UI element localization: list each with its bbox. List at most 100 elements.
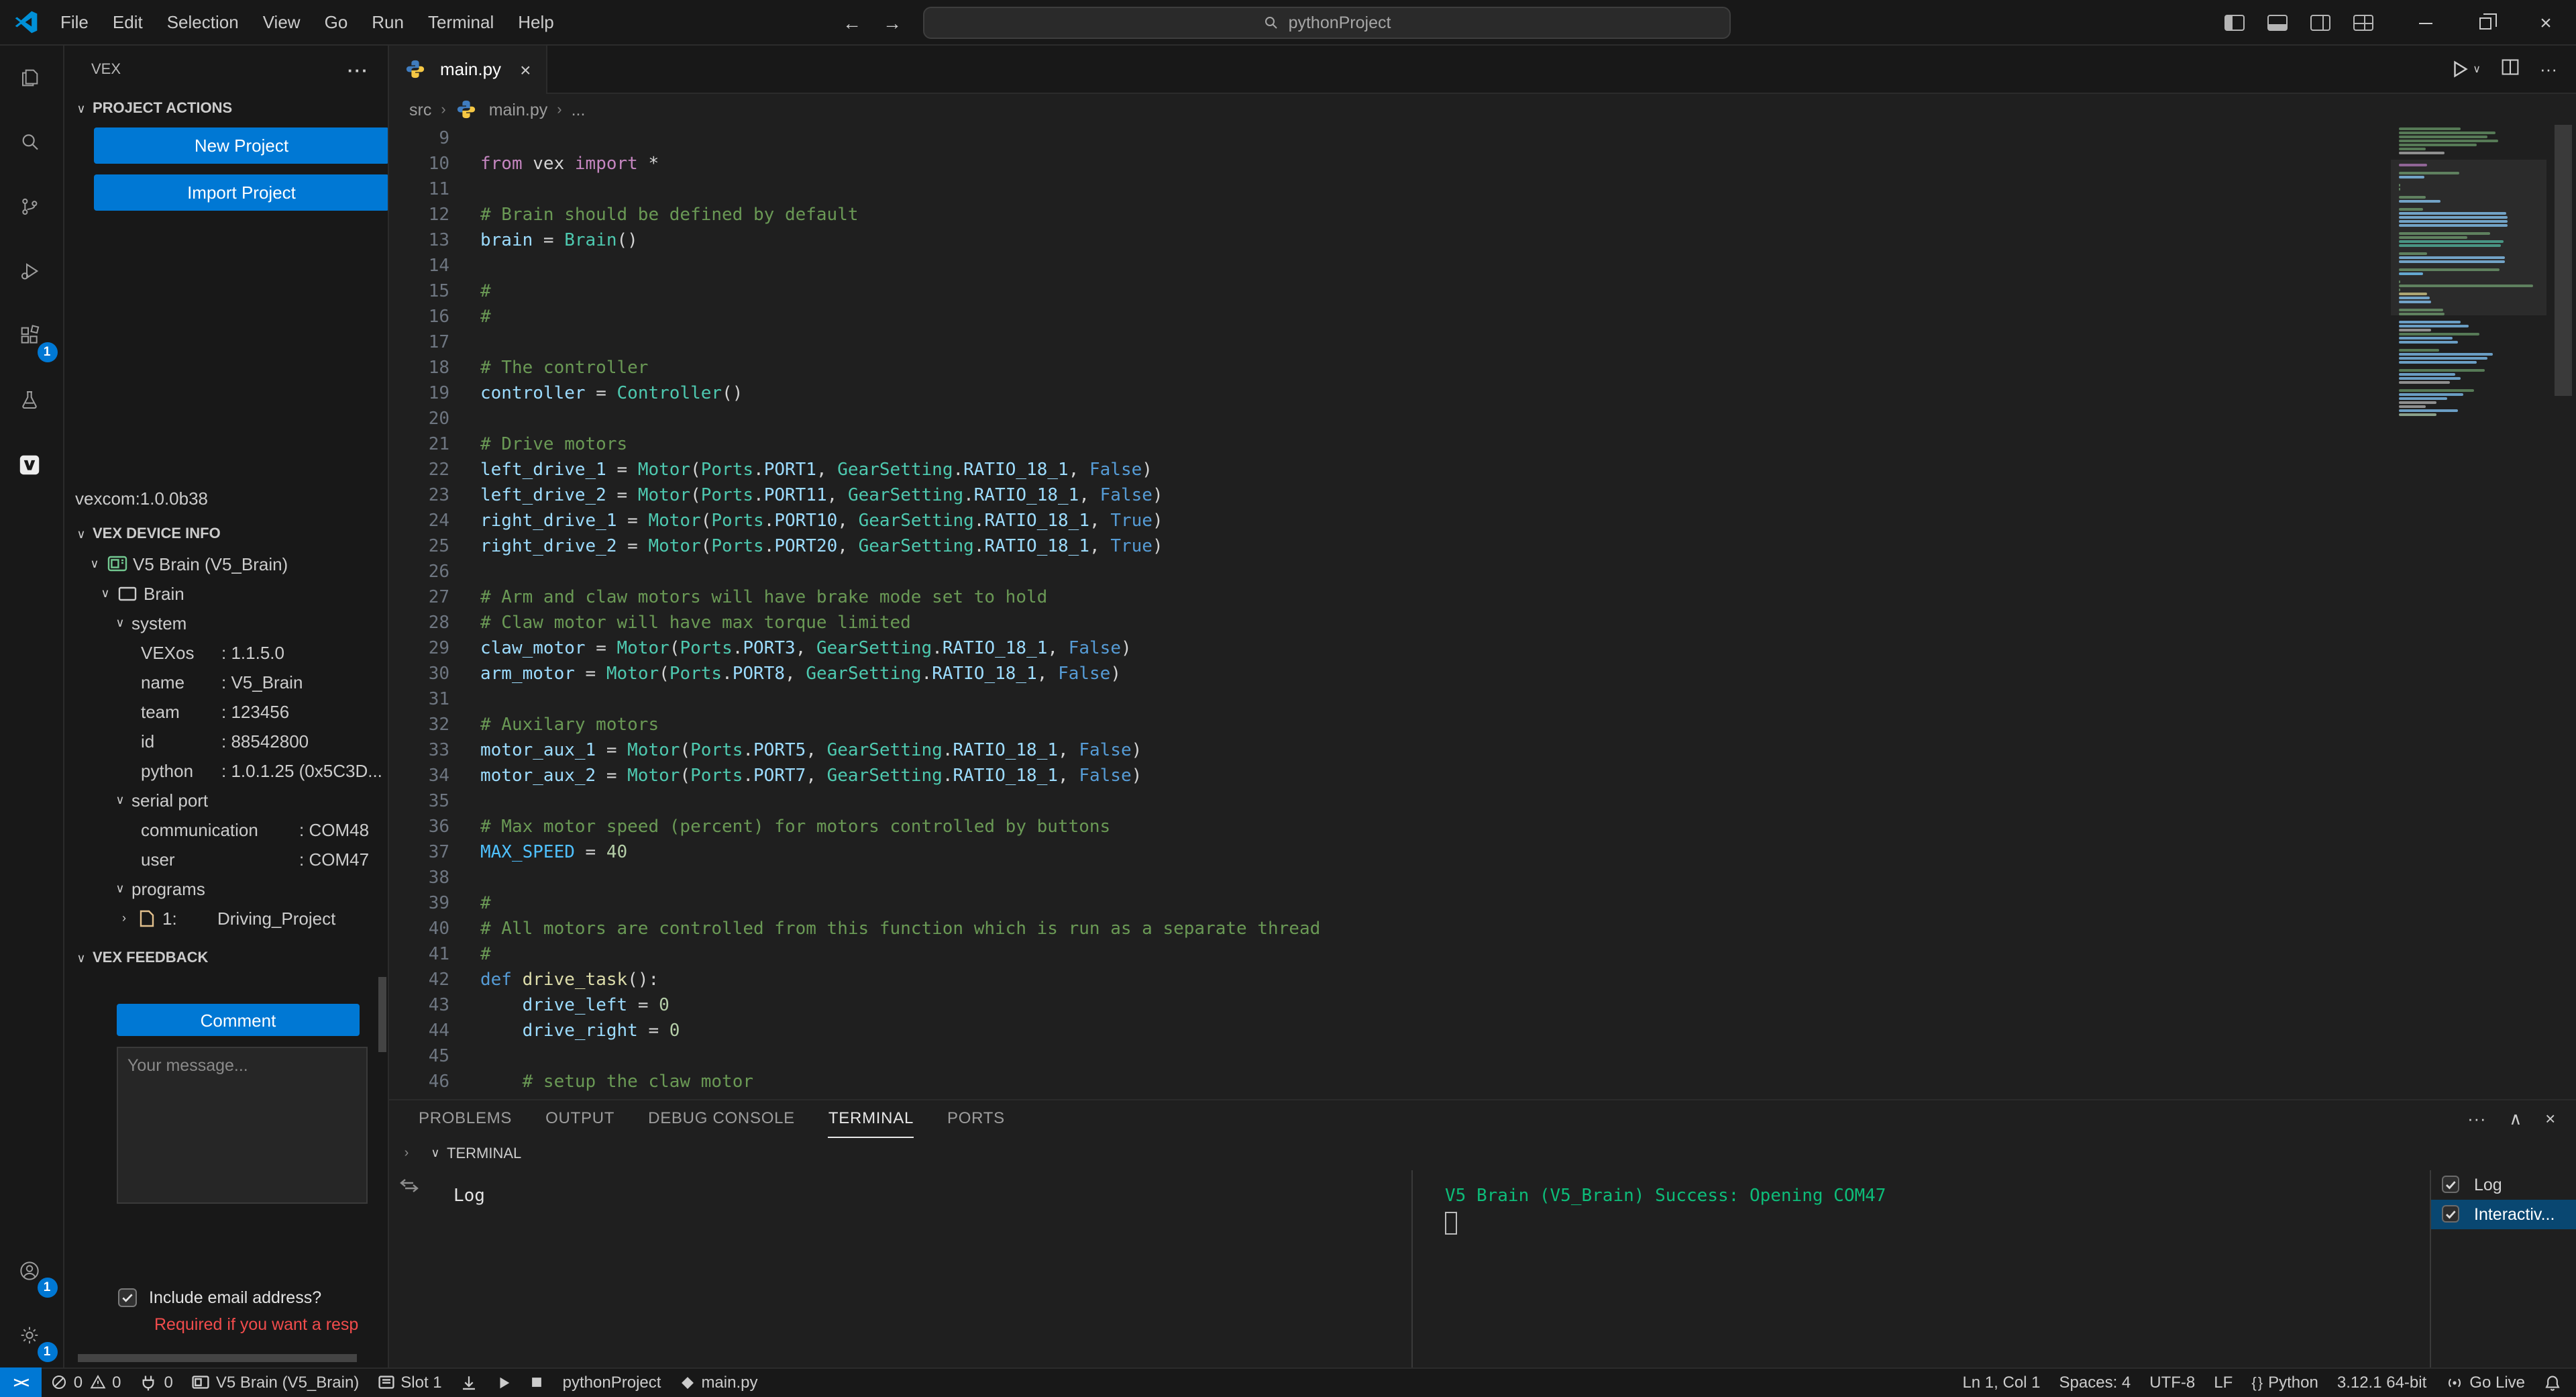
line-number: 26 — [389, 560, 449, 585]
back-button[interactable]: ← — [843, 12, 861, 34]
python-version-status[interactable]: 3.12.1 64-bit — [2328, 1367, 2436, 1397]
project-name-status[interactable]: pythonProject — [553, 1367, 671, 1397]
minimap-line — [2399, 413, 2436, 416]
new-project-button[interactable]: New Project — [94, 127, 389, 164]
menu-edit[interactable]: Edit — [101, 0, 155, 45]
close-tab-icon[interactable]: × — [520, 58, 531, 80]
comment-button[interactable]: Comment — [117, 1004, 360, 1036]
tree-row-vexos[interactable]: VEXos: 1.1.5.0 — [64, 637, 388, 667]
run-python-file-button[interactable]: ∨ — [2450, 59, 2481, 79]
indentation-status[interactable]: Spaces: 4 — [2050, 1367, 2141, 1397]
remote-indicator[interactable]: >< — [0, 1367, 42, 1397]
terminal-group-header[interactable]: › ∨ TERMINAL — [389, 1137, 2576, 1170]
terminal-body[interactable]: Log V5 Brain (V5_Brain) Success: Opening… — [389, 1170, 2576, 1367]
panel-tab-ports[interactable]: PORTS — [947, 1100, 1005, 1137]
more-actions-icon[interactable]: ··· — [347, 60, 369, 80]
breadcrumb-src[interactable]: src — [409, 100, 431, 119]
tree-row-user[interactable]: user: COM47 — [64, 844, 388, 874]
tab-main-py[interactable]: main.py × — [389, 45, 547, 93]
terminal-list-item-interactiv[interactable]: Interactiv... — [2431, 1199, 2576, 1229]
program-name-status[interactable]: main.py — [670, 1367, 767, 1397]
breadcrumb-symbol[interactable]: ... — [572, 100, 586, 119]
editor-more-actions-icon[interactable]: ··· — [2540, 59, 2557, 79]
minimap[interactable] — [2399, 127, 2538, 417]
restore-button[interactable] — [2455, 0, 2516, 46]
split-editor-icon[interactable] — [2501, 58, 2520, 81]
close-panel-icon[interactable]: × — [2545, 1108, 2556, 1129]
sidebar-horizontal-scrollbar[interactable] — [78, 1354, 357, 1362]
menu-view[interactable]: View — [251, 0, 313, 45]
tree-row-team[interactable]: team: 123456 — [64, 696, 388, 726]
panel-tab-output[interactable]: OUTPUT — [545, 1100, 614, 1137]
swap-panes-icon[interactable] — [400, 1178, 419, 1198]
breadcrumb-main-py[interactable]: main.py — [455, 99, 548, 119]
tree-row-communication[interactable]: communication: COM48 — [64, 815, 388, 844]
menu-selection[interactable]: Selection — [155, 0, 251, 45]
code-editor[interactable]: 910from vex import *1112# Brain should b… — [389, 125, 2576, 1098]
email-checkbox[interactable] — [118, 1288, 137, 1307]
panel-tab-terminal[interactable]: TERMINAL — [828, 1100, 914, 1137]
minimize-button[interactable] — [2395, 0, 2455, 46]
tree-row-brain[interactable]: ∨Brain — [64, 578, 388, 608]
customize-layout-icon[interactable] — [2353, 15, 2373, 31]
command-center-search[interactable]: pythonProject — [923, 7, 1731, 39]
terminal-pane-divider[interactable] — [1411, 1170, 1413, 1367]
vex-device-status[interactable]: V5 Brain (V5_Brain) — [182, 1367, 368, 1397]
vex-stop-button[interactable] — [521, 1367, 553, 1397]
menu-help[interactable]: Help — [506, 0, 566, 45]
forward-button[interactable]: → — [883, 12, 902, 34]
code-token: , — [1069, 460, 1089, 480]
tree-row-name[interactable]: name: V5_Brain — [64, 667, 388, 696]
tree-row-v5-brain-v5-brain[interactable]: ∨V5 Brain (V5_Brain) — [64, 549, 388, 578]
menu-go[interactable]: Go — [313, 0, 360, 45]
tree-row-system[interactable]: ∨system — [64, 608, 388, 637]
toggle-sidebar-icon[interactable] — [2224, 15, 2245, 31]
close-button[interactable]: × — [2516, 0, 2576, 46]
activity-search[interactable] — [0, 110, 64, 174]
minimap-line — [2399, 341, 2458, 344]
go-live-status[interactable]: Go Live — [2436, 1367, 2534, 1397]
toggle-panel-icon[interactable] — [2267, 15, 2288, 31]
tree-row-1[interactable]: ›1:Driving_Project — [64, 903, 388, 933]
activity-source-control[interactable] — [0, 174, 64, 239]
maximize-panel-icon[interactable]: ∧ — [2509, 1108, 2522, 1129]
menu-file[interactable]: File — [48, 0, 101, 45]
encoding-status[interactable]: UTF-8 — [2140, 1367, 2204, 1397]
vex-play-button[interactable] — [488, 1367, 521, 1397]
section-feedback[interactable]: ∨ VEX FEEDBACK — [70, 943, 208, 973]
feedback-message-input[interactable] — [117, 1047, 368, 1204]
panel-tab-problems[interactable]: PROBLEMS — [419, 1100, 512, 1137]
activity-testing[interactable] — [0, 368, 64, 432]
language-status[interactable]: { }Python — [2242, 1367, 2328, 1397]
eol-status[interactable]: LF — [2204, 1367, 2242, 1397]
code-token: , — [837, 511, 858, 531]
ports-status[interactable]: 0 — [130, 1367, 182, 1397]
vex-download-button[interactable] — [451, 1367, 488, 1397]
tree-row-id[interactable]: id: 88542800 — [64, 726, 388, 756]
menu-run[interactable]: Run — [360, 0, 416, 45]
panel-tab-debug-console[interactable]: DEBUG CONSOLE — [648, 1100, 795, 1137]
tree-row-serial-port[interactable]: ∨serial port — [64, 785, 388, 815]
activity-run-and-debug[interactable] — [0, 239, 64, 303]
activity-explorer[interactable] — [0, 46, 64, 110]
section-device-info[interactable]: ∨ VEX DEVICE INFO — [70, 519, 221, 549]
panel-more-actions-icon[interactable]: ··· — [2467, 1108, 2486, 1129]
notifications-bell[interactable] — [2534, 1367, 2571, 1397]
activity-vex[interactable] — [0, 432, 64, 497]
section-project-actions[interactable]: ∨ PROJECT ACTIONS — [70, 94, 232, 123]
vscode-logo-icon — [15, 11, 38, 34]
menu-terminal[interactable]: Terminal — [416, 0, 506, 45]
terminal-list-item-log[interactable]: Log — [2431, 1170, 2576, 1199]
vex-slot-status[interactable]: Slot 1 — [368, 1367, 451, 1397]
activity-manage[interactable]: 1 — [0, 1302, 64, 1367]
import-project-button[interactable]: Import Project — [94, 174, 389, 211]
toggle-secondary-sidebar-icon[interactable] — [2310, 15, 2330, 31]
tree-row-python[interactable]: python: 1.0.1.25 (0x5C3D... — [64, 756, 388, 785]
editor-vertical-scrollbar[interactable] — [2555, 125, 2572, 396]
sidebar-vertical-scrollbar[interactable] — [378, 977, 386, 1052]
activity-extensions[interactable]: 1 — [0, 303, 64, 368]
cursor-position-status[interactable]: Ln 1, Col 1 — [1953, 1367, 2049, 1397]
tree-row-programs[interactable]: ∨programs — [64, 874, 388, 903]
activity-accounts[interactable]: 1 — [0, 1238, 64, 1302]
problems-status[interactable]: 00 — [42, 1367, 131, 1397]
